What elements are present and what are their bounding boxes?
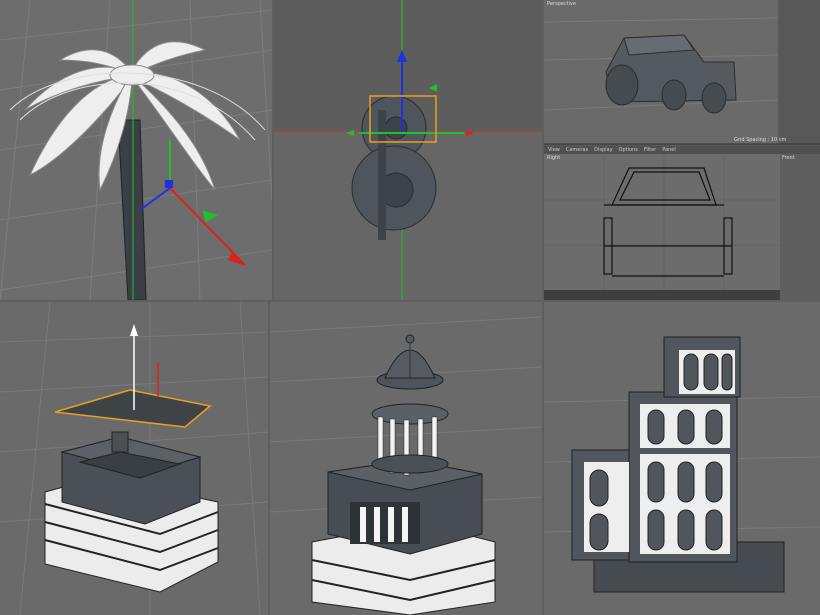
menu-filter[interactable]: Filter [644, 147, 656, 153]
palm-tree-scene [0, 0, 272, 300]
perspective-label: Perspective [547, 1, 576, 7]
viewport-building[interactable] [544, 302, 820, 615]
viewport-castle-base[interactable] [0, 302, 268, 615]
grid-spacing-label: Grid Spacing : 10 cm [734, 137, 787, 143]
figure-eight-model [351, 95, 437, 240]
viewport-figure-eight[interactable] [274, 0, 542, 300]
domed-tower-scene [270, 302, 542, 615]
viewport-grid: Perspective Grid Spacing : 10 cm View Ca… [0, 0, 820, 615]
menu-view[interactable]: View [548, 147, 560, 153]
viewport-domed-tower[interactable] [270, 302, 542, 615]
viewport-car[interactable]: Perspective Grid Spacing : 10 cm View Ca… [544, 0, 820, 300]
menu-display[interactable]: Display [594, 147, 612, 153]
figure-eight-scene [274, 0, 542, 300]
menu-panel[interactable]: Panel [662, 147, 676, 153]
menu-options[interactable]: Options [619, 147, 638, 153]
right-view-label: Right [547, 155, 561, 161]
viewport-palm-tree[interactable] [0, 0, 272, 300]
front-view-label: Front [782, 155, 795, 161]
menu-cameras[interactable]: Cameras [566, 147, 588, 153]
castle-base-model [44, 431, 219, 593]
castle-base-scene [0, 302, 268, 615]
building-scene [544, 302, 820, 615]
viewport-menubar: View Cameras Display Options Filter Pane… [544, 146, 820, 154]
